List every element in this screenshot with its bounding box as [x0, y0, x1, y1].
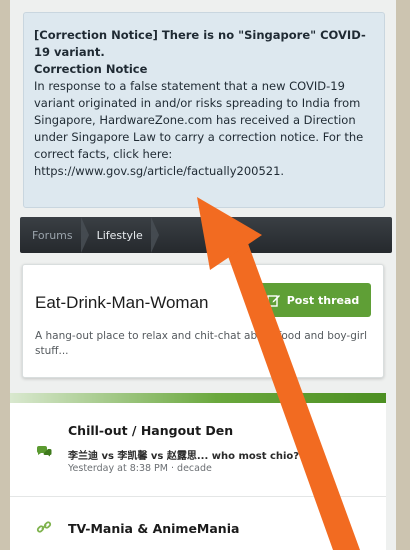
breadcrumb: Forums Lifestyle: [20, 217, 392, 253]
list-item[interactable]: Chill-out / Hangout Den 李兰迪 vs 李凯馨 vs 赵露…: [10, 403, 386, 497]
breadcrumb-lifestyle[interactable]: Lifestyle: [97, 229, 143, 242]
subforum-list: Chill-out / Hangout Den 李兰迪 vs 李凯馨 vs 赵露…: [10, 403, 386, 550]
subforum-title[interactable]: TV-Mania & AnimeMania: [68, 521, 239, 536]
edit-icon: [267, 295, 280, 307]
latest-thread-meta: Yesterday at 8:38 PM · decade: [68, 463, 212, 474]
notice-body: In response to a false statement that a …: [34, 79, 364, 161]
breadcrumb-separator: [150, 217, 159, 253]
forum-page: [Correction Notice] There is no "Singapo…: [10, 0, 396, 550]
post-thread-button[interactable]: Post thread: [255, 283, 371, 317]
correction-notice: [Correction Notice] There is no "Singapo…: [23, 12, 385, 208]
notice-link[interactable]: https://www.gov.sg/article/factually2005…: [34, 163, 374, 180]
post-thread-label: Post thread: [286, 293, 360, 307]
chat-bubbles-icon: [36, 446, 52, 457]
notice-title: [Correction Notice] There is no "Singapo…: [34, 28, 366, 59]
forum-header-card: Eat-Drink-Man-Woman Post thread A hang-o…: [22, 264, 384, 378]
list-item[interactable]: TV-Mania & AnimeMania: [10, 497, 386, 550]
page-title: Eat-Drink-Man-Woman: [35, 293, 209, 312]
breadcrumb-separator: [80, 217, 89, 253]
latest-thread-title[interactable]: 李兰迪 vs 李凯馨 vs 赵露思... who most chio?: [68, 447, 299, 462]
link-icon: [36, 521, 52, 533]
green-divider: [10, 393, 386, 403]
breadcrumb-forums[interactable]: Forums: [32, 229, 73, 242]
notice-heading: Correction Notice: [34, 62, 148, 76]
forum-description: A hang-out place to relax and chit-chat …: [35, 330, 368, 357]
subforum-title[interactable]: Chill-out / Hangout Den: [68, 423, 233, 438]
